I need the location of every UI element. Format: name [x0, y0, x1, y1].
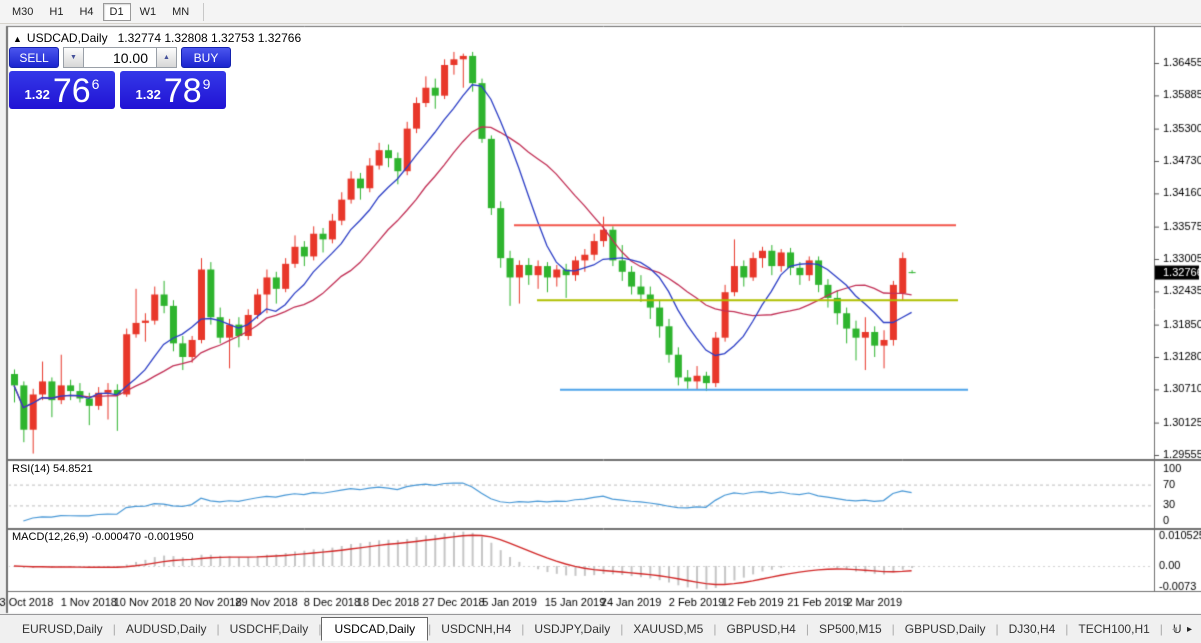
tab-dj30-h4[interactable]: DJ30,H4 — [999, 619, 1066, 639]
chart-title: ▲ USDCAD,Daily 1.32774 1.32808 1.32753 1.3… — [13, 31, 301, 45]
tab-usdcad-daily[interactable]: USDCAD,Daily — [321, 617, 428, 641]
buy-price-tile[interactable]: 1.32789 — [120, 71, 226, 109]
tab-usdjpy-daily[interactable]: USDJPY,Daily — [524, 619, 620, 639]
spin-down-icon: ▼ — [70, 54, 77, 61]
sell-price-pipette: 6 — [92, 76, 100, 92]
timeframe-button-m30[interactable]: M30 — [5, 3, 40, 21]
tab-usdchf-daily[interactable]: USDCHF,Daily — [220, 619, 319, 639]
sell-price-tile[interactable]: 1.32766 — [9, 71, 115, 109]
one-click-trade-widget: SELL ▼ 10.00 ▲ BUY 1.32766 1.32789 — [9, 47, 231, 109]
macd-indicator-label: MACD(12,26,9) -0.000470 -0.001950 — [12, 531, 194, 543]
tab-usdcnh-h4[interactable]: USDCNH,H4 — [431, 619, 521, 639]
tab-tech100-h1[interactable]: TECH100,H1 — [1068, 619, 1159, 639]
timeframe-button-h1[interactable]: H1 — [42, 3, 70, 21]
volume-input[interactable]: 10.00 — [84, 47, 156, 68]
spin-up-icon: ▲ — [163, 54, 170, 61]
timeframe-button-d1[interactable]: D1 — [103, 3, 131, 21]
buy-price-prefix: 1.32 — [136, 87, 161, 102]
collapse-trade-panel-icon[interactable]: ▲ — [13, 34, 22, 44]
buy-price-pipette: 9 — [203, 76, 211, 92]
scroll-tabs-left-icon[interactable]: ◂ — [1167, 622, 1182, 637]
scroll-tabs-right-icon[interactable]: ▸ — [1182, 622, 1197, 637]
sell-price-big-digits: 76 — [53, 76, 91, 106]
timeframe-button-mn[interactable]: MN — [165, 3, 196, 21]
chart-symbol-label: USDCAD,Daily — [27, 31, 108, 45]
sell-price-prefix: 1.32 — [25, 87, 50, 102]
volume-decrease-button[interactable]: ▼ — [63, 47, 84, 68]
volume-increase-button[interactable]: ▲ — [156, 47, 177, 68]
tab-eurusd-daily[interactable]: EURUSD,Daily — [12, 619, 113, 639]
tab-scroll-arrows: ◂▸ — [1167, 615, 1197, 643]
toolbar-separator — [203, 3, 204, 21]
tab-sp500-m15[interactable]: SP500,M15 — [809, 619, 892, 639]
symbol-tab-bar: EURUSD,Daily|AUDUSD,Daily|USDCHF,Daily|U… — [0, 614, 1201, 643]
timeframe-toolbar: M30H1H4D1W1MN — [0, 0, 1201, 24]
trading-platform-window: M30H1H4D1W1MN ▲ USDCAD,Daily 1.32774 1.328… — [0, 0, 1201, 643]
tab-xauusd-m5[interactable]: XAUUSD,M5 — [623, 619, 713, 639]
buy-button[interactable]: BUY — [181, 47, 231, 68]
sell-button[interactable]: SELL — [9, 47, 59, 68]
tab-gbpusd-daily[interactable]: GBPUSD,Daily — [895, 619, 996, 639]
tab-gbpusd-h4[interactable]: GBPUSD,H4 — [716, 619, 805, 639]
rsi-indicator-label: RSI(14) 54.8521 — [12, 463, 93, 475]
tab-audusd-daily[interactable]: AUDUSD,Daily — [116, 619, 217, 639]
timeframe-button-h4[interactable]: H4 — [72, 3, 100, 21]
buy-price-big-digits: 78 — [164, 76, 202, 106]
timeframe-button-w1[interactable]: W1 — [133, 3, 164, 21]
chart-ohlc-values: 1.32774 1.32808 1.32753 1.32766 — [118, 31, 302, 45]
